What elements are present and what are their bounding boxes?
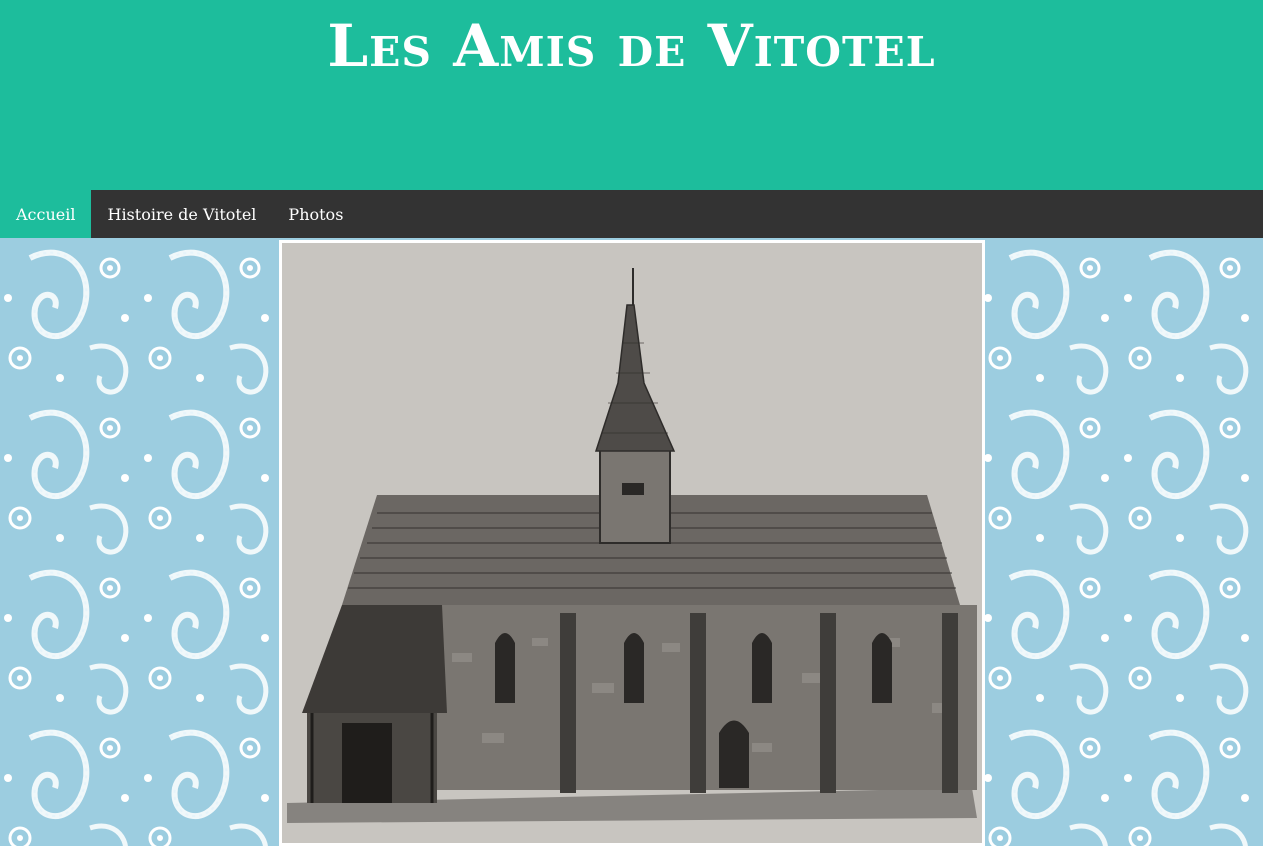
church-drawing: [282, 243, 982, 843]
main-nav: Accueil Histoire de Vitotel Photos: [0, 190, 1263, 238]
church-drawing-image: [279, 240, 985, 846]
nav-item-histoire[interactable]: Histoire de Vitotel: [91, 190, 272, 238]
nav-item-accueil[interactable]: Accueil: [0, 190, 92, 238]
site-header: Les Amis de Vitotel: [0, 0, 1263, 190]
main-content: [0, 238, 1263, 846]
nav-item-photos[interactable]: Photos: [272, 190, 359, 238]
site-title[interactable]: Les Amis de Vitotel: [0, 10, 1263, 82]
